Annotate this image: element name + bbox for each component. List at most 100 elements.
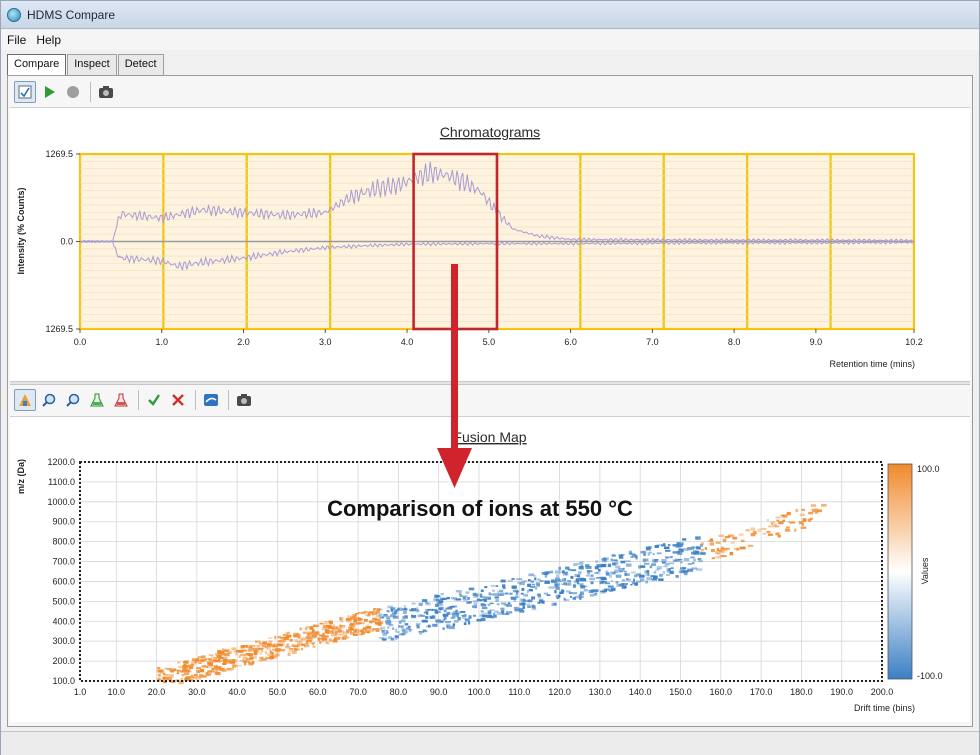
- heatmap-cell: [720, 546, 724, 549]
- tab-compare[interactable]: Compare: [7, 54, 67, 76]
- heatmap-cell: [786, 526, 790, 528]
- heatmap-cell: [484, 586, 488, 589]
- heatmap-cell: [652, 553, 655, 555]
- fusion-xtick-label: 160.0: [710, 687, 733, 697]
- heatmap-cell: [718, 534, 725, 537]
- heatmap-cell: [683, 570, 687, 574]
- heatmap-cell: [683, 558, 690, 561]
- heatmap-cell: [568, 568, 571, 571]
- color-map-icon[interactable]: [14, 389, 36, 411]
- heatmap-cell: [528, 588, 533, 592]
- colorbar-title: Values: [920, 557, 930, 584]
- heatmap-cell: [553, 586, 556, 589]
- heatmap-cell: [502, 584, 506, 588]
- fusion-ytick-label: 600.0: [52, 576, 75, 586]
- heatmap-cell: [554, 583, 561, 586]
- play-icon[interactable]: [38, 81, 60, 103]
- heatmap-cell: [323, 621, 328, 625]
- heatmap-cell: [306, 639, 312, 642]
- chromatogram-xtick-label: 7.0: [646, 337, 659, 347]
- fusion-xtick-label: 90.0: [430, 687, 448, 697]
- heatmap-cell: [158, 673, 162, 677]
- heatmap-cell: [508, 611, 513, 614]
- heatmap-cell: [312, 645, 316, 648]
- heatmap-cell: [164, 667, 170, 670]
- heatmap-cell: [526, 603, 531, 607]
- select-icon[interactable]: [14, 81, 36, 103]
- chromatogram-xtick-label: 3.0: [319, 337, 332, 347]
- heatmap-cell: [678, 570, 683, 574]
- fusion-ytick-label: 1100.0: [48, 477, 75, 487]
- heatmap-cell: [570, 569, 577, 572]
- heatmap-cell: [527, 579, 531, 582]
- heatmap-cell: [561, 583, 564, 585]
- heatmap-cell: [669, 556, 673, 559]
- heatmap-cell: [345, 618, 349, 622]
- fusion-xtick-label: 200.0: [871, 687, 894, 697]
- chromatogram-xlabel: Retention time (mins): [829, 359, 915, 369]
- heatmap-cell: [215, 671, 221, 676]
- heatmap-cell: [269, 650, 272, 652]
- tab-detect[interactable]: Detect: [117, 54, 164, 76]
- heatmap-cell: [344, 634, 347, 637]
- camera-icon[interactable]: [233, 389, 255, 411]
- heatmap-cell: [711, 548, 715, 553]
- zoom-out-icon[interactable]: [62, 389, 84, 411]
- heatmap-cell: [693, 558, 696, 562]
- zoom-in-icon[interactable]: [38, 389, 60, 411]
- chromatogram-chart[interactable]: Chromatograms 0.0 1.0 2.0 3.0 4.0 5.0 6.0 7.0 8.…: [10, 108, 970, 382]
- flask-green-icon[interactable]: [86, 389, 108, 411]
- heatmap-cell: [513, 598, 516, 602]
- camera-icon[interactable]: [95, 81, 117, 103]
- compare-panel: Chromatograms 0.0 1.0 2.0 3.0 4.0 5.0 6.0 7.0 8.…: [7, 75, 973, 727]
- heatmap-cell: [628, 578, 632, 582]
- tab-inspect[interactable]: Inspect: [67, 54, 117, 76]
- heatmap-cell: [434, 625, 437, 627]
- heatmap-cell: [668, 568, 671, 571]
- heatmap-cell: [380, 626, 386, 629]
- heatmap-cell: [494, 596, 499, 599]
- fusion-map-chart[interactable]: Fusion Map 1.0 10.0 20.0 30.0 40.0 50.0 60.0 70…: [10, 417, 970, 723]
- heatmap-cell: [320, 636, 325, 638]
- heatmap-cell: [249, 645, 253, 649]
- heatmap-cell: [232, 664, 235, 667]
- heatmap-cell: [644, 562, 650, 565]
- flask-red-icon[interactable]: [110, 389, 132, 411]
- cross-icon[interactable]: [167, 389, 189, 411]
- heatmap-cell: [649, 551, 653, 554]
- check-icon[interactable]: [143, 389, 165, 411]
- chromatogram-xtick-label: 4.0: [401, 337, 414, 347]
- heatmap-cell: [417, 614, 423, 618]
- heatmap-cell: [687, 547, 692, 551]
- display-icon[interactable]: [200, 389, 222, 411]
- menu-file[interactable]: File: [7, 33, 26, 47]
- heatmap-cell: [544, 580, 550, 584]
- heatmap-cell: [277, 635, 281, 639]
- colorbar-min-label: -100.0: [917, 671, 943, 681]
- heatmap-cell: [690, 556, 695, 559]
- heatmap-cell: [190, 674, 193, 678]
- heatmap-cell: [301, 647, 304, 651]
- heatmap-cell: [436, 621, 441, 624]
- toolbar-separator: [195, 390, 196, 410]
- heatmap-cell: [534, 577, 537, 581]
- stop-icon[interactable]: [62, 81, 84, 103]
- heatmap-cell: [724, 536, 731, 539]
- heatmap-cell: [210, 659, 214, 663]
- chromatogram-xtick-label: 0.0: [74, 337, 87, 347]
- heatmap-cell: [531, 605, 536, 609]
- pane-splitter[interactable]: [10, 381, 970, 385]
- heatmap-cell: [253, 647, 260, 650]
- heatmap-cell: [490, 585, 495, 587]
- heatmap-cell: [687, 563, 693, 565]
- menu-help[interactable]: Help: [36, 33, 61, 47]
- heatmap-cell: [201, 665, 207, 668]
- heatmap-cell: [644, 570, 647, 574]
- heatmap-cell: [550, 579, 554, 583]
- fusion-xtick-label: 120.0: [548, 687, 571, 697]
- heatmap-cell: [799, 513, 805, 516]
- fusion-ytick-label: 200.0: [52, 656, 75, 666]
- heatmap-cell: [184, 677, 190, 680]
- heatmap-cell: [622, 567, 625, 570]
- heatmap-cell: [565, 590, 571, 593]
